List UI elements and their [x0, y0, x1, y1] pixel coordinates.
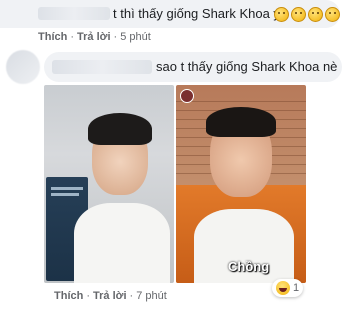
person-hair [206, 107, 276, 137]
person-shirt [74, 203, 170, 283]
comment-bubble-2: sao t thấy giống Shark Khoa nè [44, 52, 342, 82]
comment-bubble-1: t thì thấy giống Shark Khoa ý [0, 0, 340, 28]
comment-text: sao t thấy giống Shark Khoa nè [156, 59, 338, 74]
commenter-name-blurred[interactable] [52, 60, 152, 74]
reply-button[interactable]: Trả lời [93, 290, 127, 302]
reply-button[interactable]: Trả lời [77, 31, 111, 43]
comment-timestamp[interactable]: 7 phút [136, 290, 167, 302]
comment-actions-1: Thích · Trả lời · 5 phút [38, 31, 151, 43]
image-caption: Chồng [228, 259, 270, 274]
profile-badge [180, 89, 194, 103]
comment-actions-2: Thích · Trả lời · 7 phút [54, 290, 167, 302]
reaction-count: 1 [293, 282, 300, 294]
grinning-emoji-icon [325, 7, 340, 23]
reaction-summary[interactable]: 1 [272, 279, 304, 297]
grinning-emoji-icon [291, 7, 306, 23]
like-button[interactable]: Thích [54, 290, 83, 302]
haha-reaction-icon [276, 281, 290, 295]
comment-emojis [272, 6, 340, 23]
photo-left [44, 85, 174, 283]
commenter-name-blurred[interactable] [38, 7, 110, 20]
grinning-emoji-icon [308, 7, 323, 23]
comment-image[interactable]: Chồng [44, 85, 306, 283]
comment-timestamp[interactable]: 5 phút [120, 31, 151, 43]
person-hair [88, 113, 152, 145]
comment-text: t thì thấy giống Shark Khoa ý [113, 6, 280, 21]
grinning-emoji-icon [274, 7, 289, 23]
photo-right: Chồng [176, 85, 306, 283]
like-button[interactable]: Thích [38, 31, 67, 43]
avatar[interactable] [6, 50, 40, 84]
